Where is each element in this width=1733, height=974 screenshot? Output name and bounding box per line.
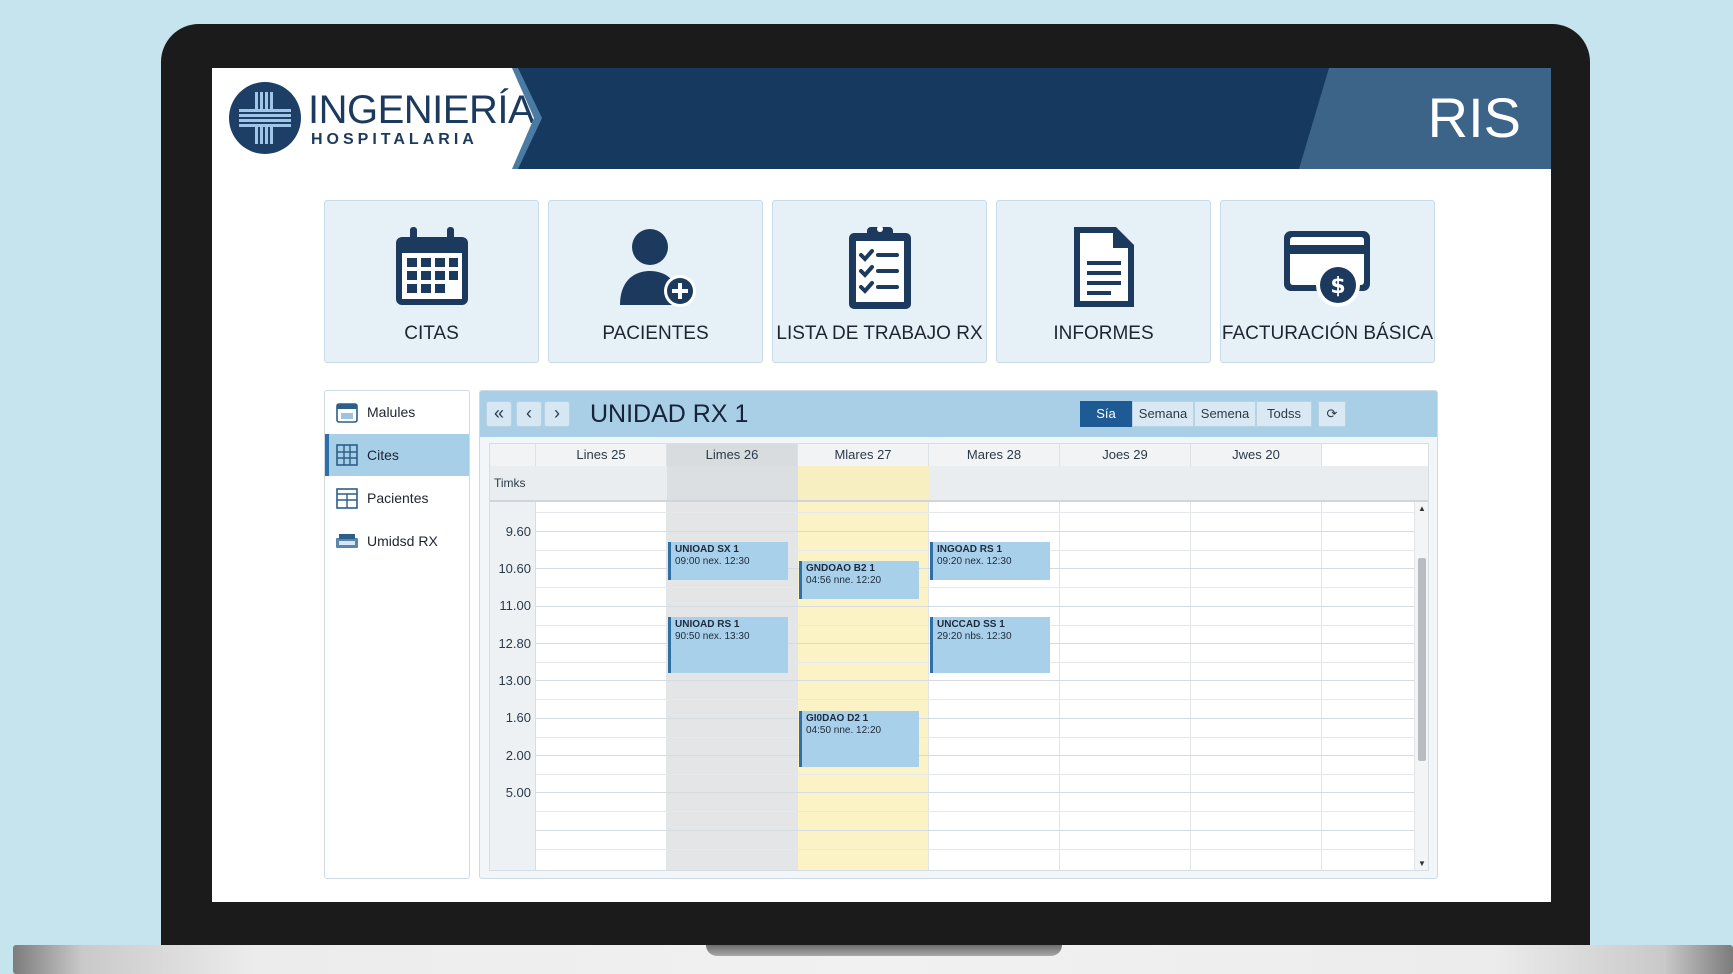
prev-button[interactable]: ‹ [516,401,542,427]
logo-cross-icon [229,82,301,154]
add-patient-icon [549,221,762,313]
grid-icon [335,443,359,467]
time-column: 9.60 10.60 11.00 12.80 13.00 1.60 2.00 5… [490,502,536,870]
day-header[interactable]: Joes 29 [1060,444,1191,466]
event-time: 04:56 nne. 12:20 [806,575,882,586]
event-title: UNIOAD RS 1 [675,619,740,630]
event-time: 09:00 nex. 12:30 [675,556,750,567]
view-semena-button[interactable]: Semena [1194,401,1256,427]
day-column[interactable] [536,502,667,870]
logo-subtitle: HOSPITALARIA [311,131,478,148]
appointment-event[interactable]: INGOAD RS 1 09:20 nex. 12:30 [930,542,1050,580]
sidebar-item-label: Umidsd RX [367,533,438,549]
view-semana-button[interactable]: Semana [1132,401,1194,427]
sidebar-item-label: Malules [367,404,416,420]
sidebar-item-label: Pacientes [367,490,429,506]
corner-header [490,444,536,466]
event-time: 90:50 nex. 13:30 [675,631,750,642]
sidebar-item-umidsd-rx[interactable]: Umidsd RX [325,520,469,562]
view-todas-button[interactable]: Todss [1256,401,1312,427]
day-header[interactable]: Lines 25 [536,444,667,466]
appointment-event[interactable]: GI0DAO D2 1 04:50 nne. 12:20 [799,711,919,767]
day-header[interactable]: Mares 28 [929,444,1060,466]
time-label: 13.00 [498,673,531,688]
app-screen: INGENIERÍA HOSPITALARIA RIS CITAS PACIEN… [212,68,1551,902]
calendar-title: UNIDAD RX 1 [590,400,749,428]
svg-text:$: $ [1330,274,1345,299]
first-page-button[interactable]: « [486,401,512,427]
sidebar-item-malules[interactable]: Malules [325,391,469,433]
module-lista-de-trabajo-rx[interactable]: LISTA DE TRABAJO RX [772,200,987,363]
scroll-up-icon[interactable]: ▲ [1415,504,1428,513]
scroll-thumb[interactable] [1418,558,1426,761]
event-title: UNIOAD SX 1 [675,544,739,555]
appointment-event[interactable]: UNIOAD RS 1 90:50 nex. 13:30 [668,617,788,673]
module-pacientes[interactable]: PACIENTES [548,200,763,363]
view-dia-button[interactable]: Sía [1080,401,1132,427]
sidebar-item-pacientes[interactable]: Pacientes [325,477,469,519]
day-header[interactable]: Limes 26 [667,444,798,466]
time-label: 12.80 [498,636,531,651]
refresh-icon: ⟳ [1326,406,1338,421]
event-title: UNCCAD SS 1 [937,619,1005,630]
day-column[interactable] [1060,502,1191,870]
clipboard-checklist-icon [773,221,986,313]
event-time: 09:20 nex. 12:30 [937,556,1012,567]
appointment-event[interactable]: UNCCAD SS 1 29:20 nbs. 12:30 [930,617,1050,673]
next-button[interactable]: › [544,401,570,427]
logo[interactable]: INGENIERÍA HOSPITALARIA [212,68,534,169]
module-label: CITAS [404,323,459,344]
day-column[interactable] [1191,502,1322,870]
time-label: 1.60 [505,710,531,725]
module-label: LISTA DE TRABAJO RX [776,323,983,344]
all-day-row: Timks [490,466,1428,502]
module-facturacion-basica[interactable]: $ FACTURACIÓN BÁSICA [1220,200,1435,363]
sidebar: Malules Cites Pacientes Umidsd RX [324,390,470,879]
time-label: 11.00 [499,598,531,613]
module-citas[interactable]: CITAS [324,200,539,363]
day-header[interactable]: Jwes 20 [1191,444,1322,466]
calendar-icon [335,400,359,424]
document-icon [997,221,1210,313]
app-header: INGENIERÍA HOSPITALARIA RIS [212,68,1551,169]
calendar-grid: Lines 25 Limes 26 Mlares 27 Mares 28 Joe… [489,443,1429,871]
logo-title: INGENIERÍA [308,88,535,132]
laptop-notch [706,945,1062,956]
calendar-scrollbar[interactable]: ▲ ▼ [1414,502,1428,870]
time-column-header: Timks [494,476,526,490]
calendar-grid-icon [335,486,359,510]
billing-card-icon: $ [1221,221,1434,313]
module-label: FACTURACIÓN BÁSICA [1221,323,1434,344]
sidebar-item-cites[interactable]: Cites [325,434,469,476]
product-title: RIS [1427,86,1521,149]
time-label: 5.00 [505,785,531,800]
calendar-icon [325,221,538,313]
sidebar-item-label: Cites [367,447,399,463]
scroll-down-icon[interactable]: ▼ [1415,859,1428,868]
time-label: 9.60 [505,524,531,539]
module-label: INFORMES [1053,323,1154,344]
calendar-toolbar: « ‹ › UNIDAD RX 1 Sía Semana Semena Tods… [480,391,1437,437]
event-time: 29:20 nbs. 12:30 [937,631,1012,642]
event-title: GI0DAO D2 1 [806,713,869,724]
day-column-today[interactable] [798,502,929,870]
event-title: INGOAD RS 1 [937,544,1003,555]
event-title: GNDOAO B2 1 [806,563,875,574]
module-informes[interactable]: INFORMES [996,200,1211,363]
refresh-button[interactable]: ⟳ [1318,401,1346,427]
appointment-event[interactable]: UNIOAD SX 1 09:00 nex. 12:30 [668,542,788,580]
appointment-event[interactable]: GNDOAO B2 1 04:56 nne. 12:20 [799,561,919,599]
time-label: 2.00 [505,748,531,763]
day-header[interactable]: Mlares 27 [798,444,929,466]
module-label: PACIENTES [602,323,709,344]
calendar-panel: « ‹ › UNIDAD RX 1 Sía Semana Semena Tods… [479,390,1438,879]
time-label: 10.60 [498,561,531,576]
event-time: 04:50 nne. 12:20 [806,725,882,736]
xray-machine-icon [335,529,359,553]
